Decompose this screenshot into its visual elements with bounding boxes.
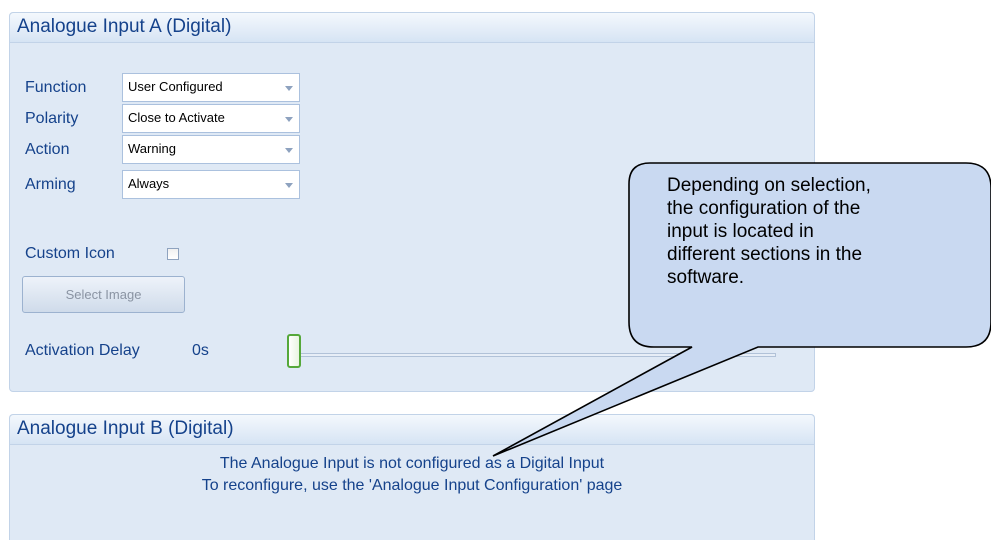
callout-line: the configuration of the — [667, 198, 861, 219]
callout-line: software. — [667, 267, 745, 288]
callout-line: input is located in — [667, 221, 814, 242]
callout-text: Depending on selection, the configuratio… — [667, 174, 967, 289]
callout-line: Depending on selection, — [667, 175, 871, 196]
callout-line: different sections in the — [667, 244, 863, 265]
